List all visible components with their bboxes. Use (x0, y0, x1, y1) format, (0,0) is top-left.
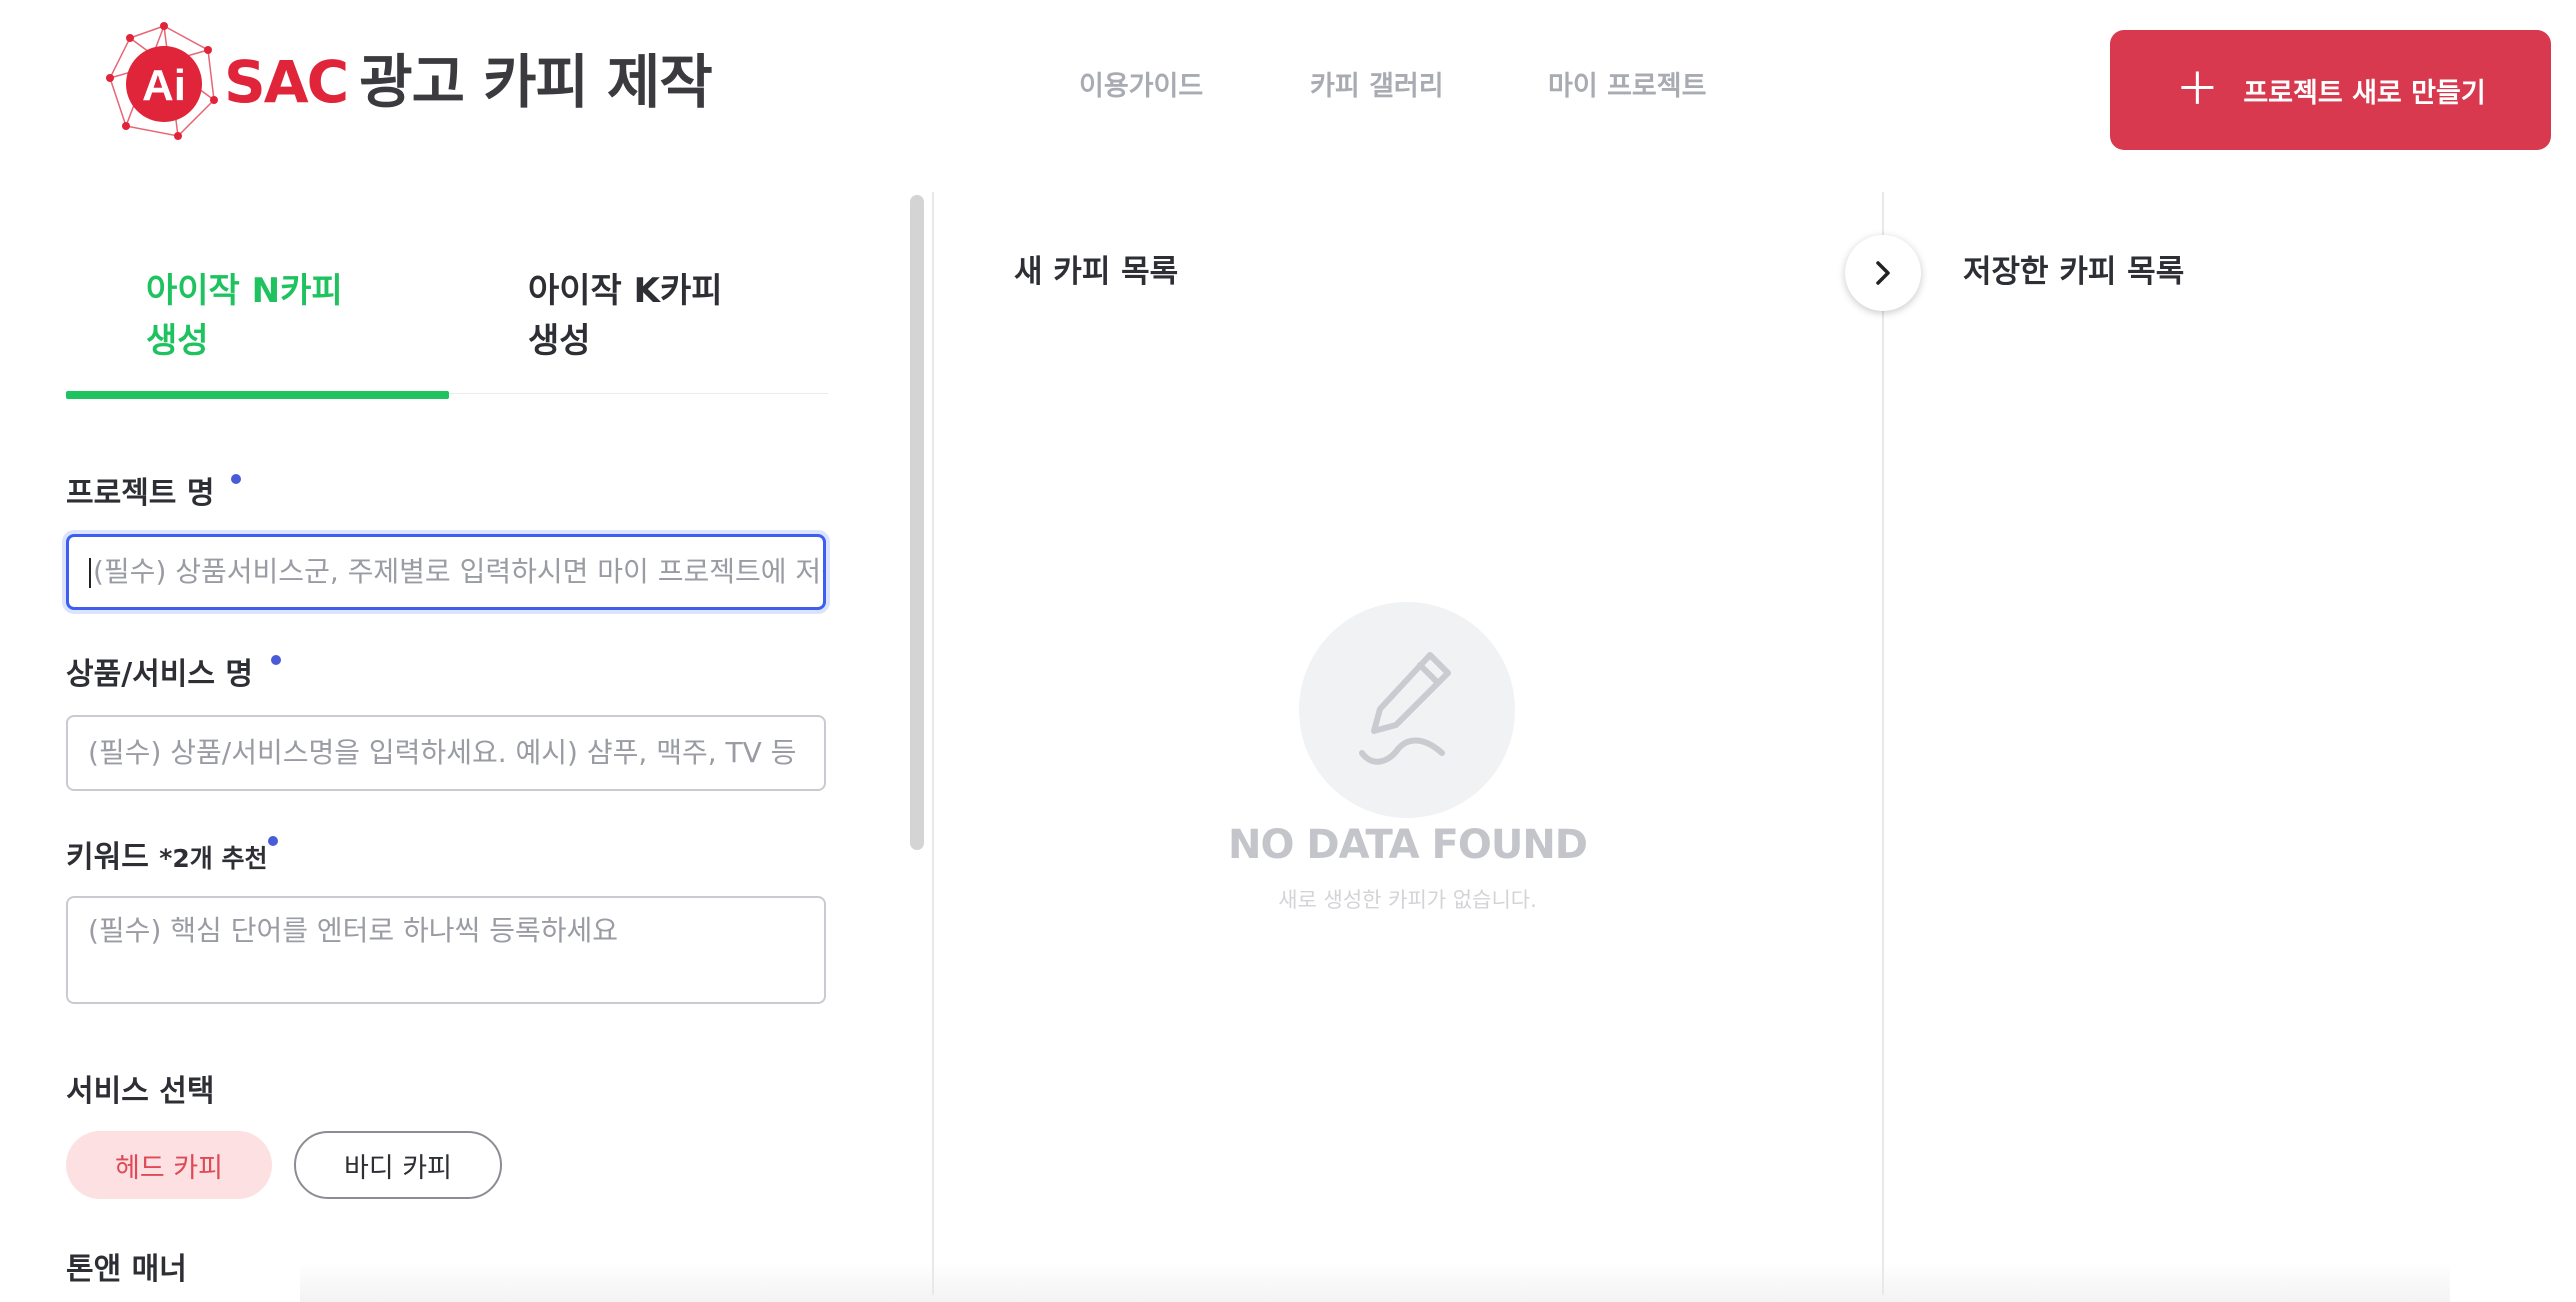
logo-mark: Ai (106, 22, 218, 140)
new-copies-title: 새 카피 목록 (1014, 254, 1179, 290)
chevron-right-icon (1876, 261, 1890, 285)
tab-k-copy[interactable]: 아이작 K카피 생성 (528, 266, 723, 366)
empty-state-graphic (1299, 602, 1515, 818)
new-project-label: 프로젝트 새로 만들기 (2243, 77, 2486, 109)
service-select-label: 서비스 선택 (66, 1074, 215, 1109)
head-copy-option[interactable]: 헤드 카피 (66, 1131, 272, 1199)
keyword-placeholder: (필수) 핵심 단어를 엔터로 하나씩 등록하세요 (88, 914, 619, 947)
active-tab-indicator (66, 391, 449, 399)
keyword-input[interactable]: (필수) 핵심 단어를 엔터로 하나씩 등록하세요 (66, 896, 826, 1004)
keyword-note: *2개 추천 (159, 844, 268, 873)
product-name-label: 상품/서비스 명 (66, 657, 254, 692)
logo-text: SAC 광고 카피 제작 (224, 48, 713, 116)
empty-state-title: NO DATA FOUND (1227, 822, 1588, 868)
column-divider (1882, 192, 1884, 1295)
nav-copy-gallery[interactable]: 카피 갤러리 (1310, 64, 1444, 103)
svg-text:Ai: Ai (142, 61, 186, 110)
bottom-shadow (300, 1262, 2450, 1302)
required-dot (271, 655, 281, 665)
empty-state-subtitle: 새로 생성한 카피가 없습니다. (1278, 888, 1537, 912)
keyword-label: 키워드 *2개 추천 (66, 832, 267, 876)
tone-manner-label: 톤앤 매너 (66, 1252, 187, 1287)
text-caret (89, 558, 91, 588)
left-pane-scrollbar[interactable] (910, 195, 924, 850)
expand-saved-button[interactable] (1845, 235, 1921, 311)
required-dot (231, 474, 241, 484)
project-name-placeholder: (필수) 상품서비스군, 주제별로 입력하시면 마이 프로젝트에 저장됩니다 (93, 555, 823, 588)
keyword-label-text: 키워드 (66, 840, 149, 875)
nav-my-project[interactable]: 마이 프로젝트 (1548, 64, 1706, 103)
project-name-input[interactable]: (필수) 상품서비스군, 주제별로 입력하시면 마이 프로젝트에 저장됩니다 (66, 534, 826, 610)
project-name-label: 프로젝트 명 (66, 476, 215, 511)
tab-n-copy[interactable]: 아이작 N카피 생성 (146, 266, 343, 366)
pencil-icon (1359, 652, 1451, 765)
new-project-button[interactable]: ＋ 프로젝트 새로 만들기 (2110, 30, 2551, 150)
required-dot (268, 836, 278, 846)
nav-usage-guide[interactable]: 이용가이드 (1079, 64, 1203, 103)
product-name-placeholder: (필수) 상품/서비스명을 입력하세요. 예시) 샴푸, 맥주, TV 등 (88, 736, 797, 769)
logo-brand: SAC (224, 48, 349, 116)
plus-icon: ＋ (2175, 64, 2220, 115)
product-name-input[interactable]: (필수) 상품/서비스명을 입력하세요. 예시) 샴푸, 맥주, TV 등 (66, 715, 826, 791)
saved-copies-title: 저장한 카피 목록 (1963, 254, 2185, 290)
logo-title: 광고 카피 제작 (359, 48, 713, 116)
column-divider (932, 192, 934, 1295)
body-copy-option[interactable]: 바디 카피 (294, 1131, 502, 1199)
